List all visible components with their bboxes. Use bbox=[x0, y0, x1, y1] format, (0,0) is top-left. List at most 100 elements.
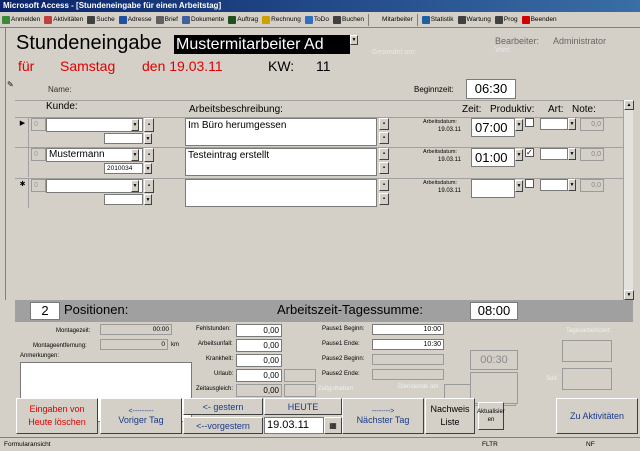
productive-checkbox[interactable]: ✓ bbox=[525, 148, 534, 157]
pause2-end-field[interactable] bbox=[372, 369, 444, 380]
assembly-time-field[interactable]: 00:00 bbox=[100, 324, 172, 335]
pause2-start-field[interactable] bbox=[372, 354, 444, 365]
toolbar-button-wartung[interactable]: Wartung bbox=[456, 13, 493, 27]
customer-dropdown-button[interactable]: ▼ bbox=[131, 149, 139, 161]
description-field[interactable] bbox=[185, 179, 377, 207]
yesterday-button[interactable]: <- gestern bbox=[183, 398, 263, 415]
project-field[interactable] bbox=[104, 194, 143, 205]
productive-checkbox[interactable]: ✓ bbox=[525, 179, 534, 188]
project-field[interactable]: 2010034 bbox=[104, 163, 143, 174]
time-value: 07:00 bbox=[475, 120, 508, 135]
proof-list-button[interactable]: Nachweis Liste bbox=[425, 398, 475, 434]
row-selector[interactable] bbox=[17, 147, 29, 177]
time-dropdown-button[interactable]: ▼ bbox=[515, 149, 523, 161]
grade-field[interactable]: 0,0 bbox=[580, 118, 604, 131]
row-number-field[interactable]: 0 bbox=[31, 179, 46, 192]
toolbar-button-suche[interactable]: Suche bbox=[85, 13, 116, 27]
pause2-end-label: Pause2 Ende: bbox=[322, 371, 360, 377]
grade-field[interactable]: 0,0 bbox=[580, 179, 604, 192]
project-dropdown-button[interactable]: ▼ bbox=[144, 133, 152, 144]
description-more-button[interactable]: ▪ bbox=[379, 118, 389, 130]
entries-scrollbar[interactable]: ▲ ▼ bbox=[623, 100, 634, 300]
customer-field[interactable] bbox=[46, 179, 143, 193]
time-dropdown-button[interactable]: ▼ bbox=[515, 180, 523, 192]
toolbar-button-brief[interactable]: Brief bbox=[154, 13, 180, 27]
row-selector[interactable]: ✱ bbox=[17, 178, 29, 208]
next-day-button[interactable]: --------> Nächster Tag bbox=[342, 398, 424, 434]
toolbar-button-statistik[interactable]: Statistik bbox=[420, 13, 456, 27]
time-dropdown-button[interactable]: ▼ bbox=[515, 119, 523, 131]
page-title: Stundeneingabe bbox=[16, 32, 162, 54]
employee-dropdown-button[interactable]: ▼ bbox=[350, 35, 358, 45]
time-field[interactable]: 01:00 bbox=[471, 148, 515, 167]
vacation-field[interactable]: 0,00 bbox=[236, 369, 282, 382]
description-field[interactable]: Testeintrag erstellt bbox=[185, 148, 377, 176]
scroll-up-button[interactable]: ▲ bbox=[624, 100, 634, 110]
type-dropdown-button[interactable]: ▼ bbox=[568, 179, 576, 191]
toolbar-button-prog[interactable]: Prog bbox=[493, 13, 520, 27]
customer-more-button[interactable]: ▪ bbox=[144, 179, 154, 193]
description-zoom-button[interactable]: ▪ bbox=[379, 162, 389, 174]
previous-day-label: Voriger Tag bbox=[118, 414, 164, 425]
description-zoom-button[interactable]: ▪ bbox=[379, 193, 389, 205]
time-compensation-label: Zeitausgleich: bbox=[196, 386, 234, 392]
customer-field[interactable] bbox=[46, 118, 143, 132]
scroll-down-button[interactable]: ▼ bbox=[624, 290, 634, 300]
assembly-distance-value: 0 bbox=[161, 341, 165, 348]
customer-more-button[interactable]: ▪ bbox=[144, 148, 154, 162]
date-field[interactable]: 19.03.11 bbox=[264, 417, 324, 434]
toolbar-button-anmelden[interactable]: Anmelden bbox=[0, 13, 42, 27]
row-selector[interactable]: ▶ bbox=[17, 117, 29, 147]
description-more-button[interactable]: ▪ bbox=[379, 179, 389, 191]
time-field[interactable] bbox=[471, 179, 515, 198]
absent-hours-field[interactable]: 0,00 bbox=[236, 324, 282, 337]
toolbar-button-rechnung[interactable]: Rechnung bbox=[260, 13, 303, 27]
pause1-start-field[interactable]: 10:00 bbox=[372, 324, 444, 335]
customer-more-button[interactable]: ▪ bbox=[144, 118, 154, 132]
sickness-field[interactable]: 0,00 bbox=[236, 354, 282, 367]
project-field[interactable] bbox=[104, 133, 143, 144]
project-dropdown-button[interactable]: ▼ bbox=[144, 163, 152, 174]
customer-dropdown-button[interactable]: ▼ bbox=[131, 180, 139, 192]
description-more-button[interactable]: ▪ bbox=[379, 148, 389, 160]
productive-checkbox[interactable]: ✓ bbox=[525, 118, 534, 127]
toolbar-button-auftrag[interactable]: Auftrag bbox=[226, 13, 260, 27]
pause1-end-field[interactable]: 10:30 bbox=[372, 339, 444, 350]
grade-field[interactable]: 0,0 bbox=[580, 148, 604, 161]
employee-select[interactable]: Mustermitarbeiter Ad bbox=[174, 35, 350, 54]
toolbar-button-beenden[interactable]: Beenden bbox=[520, 13, 559, 27]
toolbar-button-dokumente[interactable]: Dokumente bbox=[180, 13, 226, 27]
customer-dropdown-button[interactable]: ▼ bbox=[131, 119, 139, 131]
toolbar-button-buchen[interactable]: Buchen bbox=[331, 13, 366, 27]
time-compensation-field[interactable]: 0,00 bbox=[236, 384, 282, 397]
type-field[interactable] bbox=[540, 179, 568, 191]
row-number-field[interactable]: 0 bbox=[31, 118, 46, 131]
accident-field[interactable]: 0,00 bbox=[236, 339, 282, 352]
toolbar-button-adresse[interactable]: Adresse bbox=[117, 13, 154, 27]
type-dropdown-button[interactable]: ▼ bbox=[568, 118, 576, 130]
calendar-button[interactable]: ▦ bbox=[324, 417, 342, 434]
previous-day-button[interactable]: <--------- Voriger Tag bbox=[100, 398, 182, 434]
assembly-distance-field[interactable]: 0 bbox=[100, 339, 168, 350]
toolbar-button-todo[interactable]: ToDo bbox=[303, 13, 331, 27]
status-filter: FLTR bbox=[482, 441, 498, 448]
row-number-field[interactable]: 0 bbox=[31, 148, 46, 161]
start-time-field[interactable]: 06:30 bbox=[466, 79, 516, 99]
clear-today-button[interactable]: Eingaben von Heute löschen bbox=[16, 398, 98, 434]
description-field[interactable]: Im Büro herumgessen bbox=[185, 118, 377, 146]
today-button[interactable]: HEUTE bbox=[264, 398, 342, 415]
description-zoom-button[interactable]: ▪ bbox=[379, 132, 389, 144]
refresh-button[interactable]: Aktualisier en bbox=[477, 402, 505, 430]
project-dropdown-button[interactable]: ▼ bbox=[144, 194, 152, 205]
toolbar-button-aktivit-ten[interactable]: Aktivitäten bbox=[42, 13, 85, 27]
type-field[interactable] bbox=[540, 148, 568, 160]
type-field[interactable] bbox=[540, 118, 568, 130]
day-before-yesterday-button[interactable]: <--vorgestern bbox=[183, 417, 263, 434]
type-dropdown-button[interactable]: ▼ bbox=[568, 148, 576, 160]
customer-field[interactable]: Mustermann bbox=[46, 148, 143, 162]
to-activities-button[interactable]: Zu Aktivitäten bbox=[556, 398, 638, 434]
time-field[interactable]: 07:00 bbox=[471, 118, 515, 137]
weekday-label: Samstag bbox=[60, 58, 116, 74]
row-number-value: 0 bbox=[34, 151, 38, 158]
toolbar-button-mitarbeiter[interactable]: Mitarbeiter bbox=[371, 13, 415, 27]
